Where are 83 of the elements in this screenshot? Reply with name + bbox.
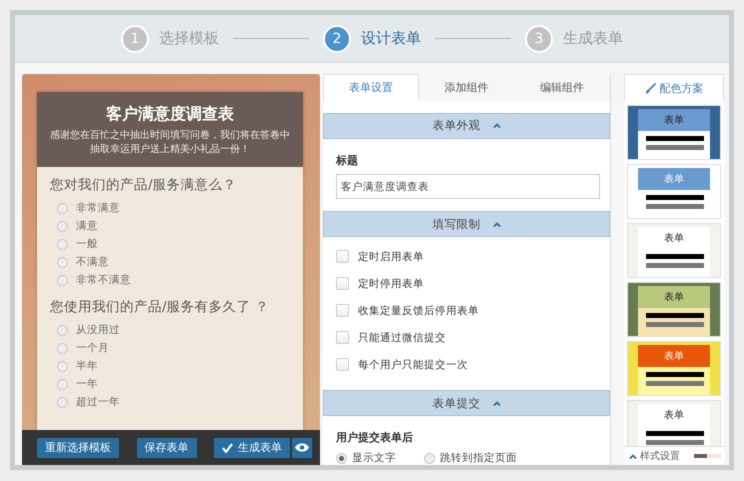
radio-button[interactable] [57, 378, 68, 390]
style-settings-label: 样式设置 [640, 450, 680, 463]
checkbox-label[interactable]: 每个用户只能提交一次 [358, 358, 468, 372]
radio-button[interactable] [57, 256, 68, 268]
text-lines-drawing [646, 313, 704, 327]
text-lines-drawing [646, 136, 704, 150]
tab[interactable]: 添加组件 [418, 74, 514, 101]
field-label: 用户提交表单后 [336, 430, 414, 446]
collapse-icon [492, 400, 500, 406]
radio-button[interactable] [336, 452, 347, 464]
section-title: 填写限制 [432, 216, 480, 232]
section-header[interactable]: 填写限制 [323, 211, 610, 238]
text-lines-drawing [646, 431, 704, 445]
radio-button[interactable] [57, 202, 68, 214]
section-header[interactable]: 表单外观 [323, 112, 610, 139]
checkbox[interactable] [336, 277, 349, 290]
radio-option[interactable]: 显示文字 [336, 451, 396, 465]
checkbox[interactable] [336, 358, 349, 372]
option-label[interactable]: 不满意 [76, 255, 109, 269]
text-lines-drawing [646, 254, 704, 268]
checkbox-label[interactable]: 定时停用表单 [358, 276, 424, 291]
option-label[interactable]: 非常满意 [76, 201, 120, 215]
checkbox[interactable] [336, 250, 349, 264]
check-icon [222, 442, 233, 452]
theme-swatch[interactable]: 表单 [627, 341, 721, 396]
option-label[interactable]: 半年 [76, 359, 98, 373]
tab[interactable]: 编辑组件 [514, 74, 610, 101]
swatch-header: 表单 [638, 286, 710, 308]
eye-icon [295, 443, 309, 452]
swatch-header: 表单 [638, 168, 710, 190]
option-label[interactable]: 一年 [76, 377, 98, 391]
swatch-header: 表单 [638, 109, 710, 131]
section-title: 表单提交 [432, 396, 480, 411]
collapse-icon [492, 123, 500, 128]
theme-swatch[interactable]: 表单 [627, 105, 721, 160]
checkbox[interactable] [336, 331, 349, 344]
field-label: 标题 [336, 152, 359, 168]
action-button[interactable]: 保存表单 [136, 438, 196, 458]
checkbox-label[interactable]: 定时启用表单 [358, 250, 424, 264]
swatch-header: 表单 [638, 227, 710, 249]
palette-tab[interactable]: 配色方案 [624, 74, 724, 101]
option-label[interactable]: 满意 [76, 219, 98, 233]
radio-button[interactable] [57, 342, 68, 354]
radio-option[interactable]: 跳转到指定页面 [424, 451, 517, 465]
step-number[interactable]: 2 [323, 24, 351, 52]
option-label[interactable]: 一般 [76, 237, 98, 251]
swatch-header: 表单 [638, 345, 710, 367]
form-title: 客户满意度调查表 [106, 104, 234, 125]
text-lines-drawing [646, 372, 704, 386]
option-label[interactable]: 非常不满意 [76, 273, 131, 287]
radio-button[interactable] [57, 238, 68, 250]
checkbox[interactable] [336, 304, 349, 318]
title-field[interactable]: 客户满意度调查表 [336, 174, 600, 200]
checkbox-label[interactable]: 只能通过微信提交 [358, 330, 446, 345]
option-label[interactable]: 从没用过 [76, 323, 120, 337]
generate-button[interactable]: 生成表单 [214, 438, 290, 458]
form-subtitle: 感谢您在百忙之中抽出时间填写问卷，我们将在答卷中抽取幸运用户送上精美小礼品一份！ [49, 129, 291, 157]
option-label[interactable]: 一个月 [76, 341, 109, 355]
question-text: 您对我们的产品/服务满意么？ [50, 176, 238, 194]
radio-button[interactable] [57, 360, 68, 372]
question-text: 您使用我们的产品/服务有多久了 ？ [50, 298, 270, 316]
swatch-header: 表单 [638, 404, 710, 426]
theme-swatch[interactable]: 表单 [627, 282, 721, 337]
theme-swatch[interactable]: 表单 [627, 164, 721, 219]
checkbox-label[interactable]: 收集定量反馈后停用表单 [358, 304, 479, 318]
radio-button[interactable] [57, 324, 68, 336]
action-button[interactable]: 重新选择模板 [37, 438, 119, 458]
collapse-icon [492, 222, 500, 227]
caret-up-icon [629, 454, 637, 458]
preview-button[interactable] [292, 438, 312, 458]
tab[interactable]: 表单设置 [323, 74, 419, 101]
brush-icon [644, 82, 656, 94]
section-header[interactable]: 表单提交 [323, 390, 610, 416]
radio-button[interactable] [57, 274, 68, 286]
theme-swatch[interactable]: 表单 [627, 223, 721, 278]
text-lines-drawing [646, 195, 704, 209]
radio-button[interactable] [57, 220, 68, 232]
section-title: 表单外观 [432, 118, 480, 134]
radio-button[interactable] [57, 396, 68, 408]
theme-swatch[interactable]: 表单 [627, 400, 721, 446]
option-label[interactable]: 超过一年 [76, 395, 120, 409]
step-label[interactable]: 设计表单 [361, 29, 421, 48]
radio-button[interactable] [424, 452, 435, 464]
